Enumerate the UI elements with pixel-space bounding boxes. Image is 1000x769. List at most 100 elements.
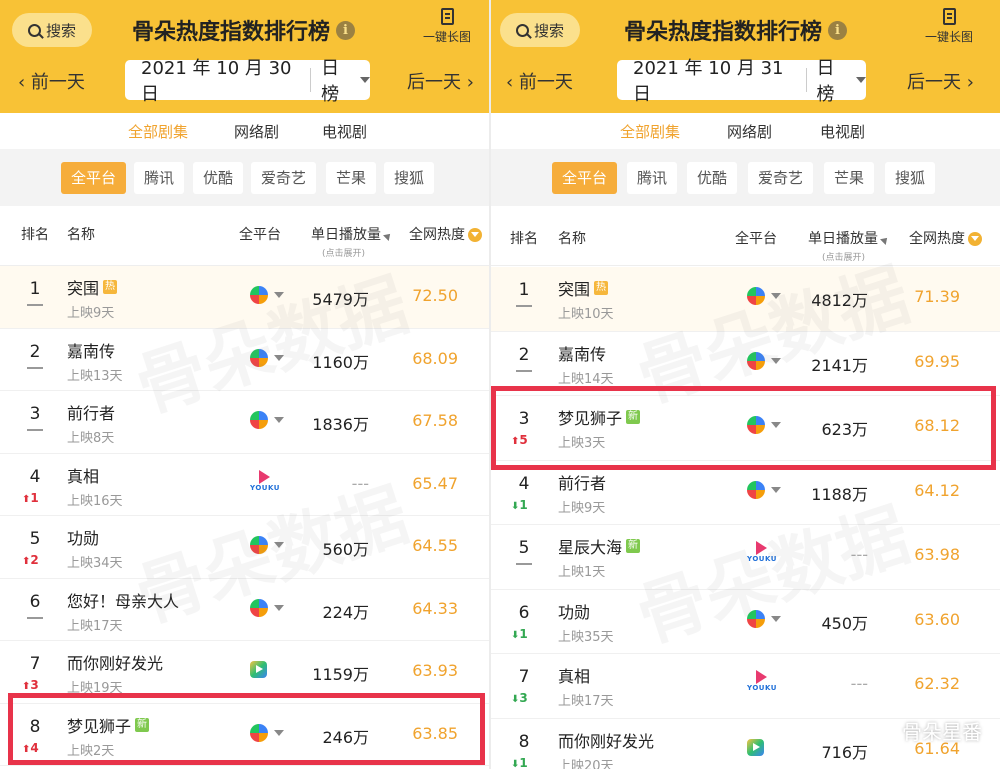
ranking-row[interactable]: 3 ⬆5 梦见狮子新上映3天 623万 68.12 [491,396,1000,461]
platform-selector[interactable] [250,598,284,617]
ranking-row[interactable]: 1 突围热上映10天 4812万 71.39 [491,267,1000,332]
info-icon[interactable]: i [828,20,848,40]
platform-selector[interactable] [747,287,781,305]
platform-selector[interactable] [747,351,781,370]
ranking-row[interactable]: 8 ⬆4 梦见狮子新上映2天 246万 63.85 [0,704,490,766]
rank-number: 7 [29,654,41,674]
rank-down-indicator: ⬇1 [511,498,528,512]
rank-number: 6 [518,602,530,623]
platform-chip-tencent[interactable]: 腾讯 [627,162,678,194]
platform-selector[interactable] [250,411,284,429]
range-text: 日榜 [816,58,835,105]
ranking-row[interactable]: 6 您好！母亲大人 上映17天 224万 64.33 [0,579,490,641]
ranking-row[interactable]: 5 星辰大海新上映1天 YOUKU --- 63.98 [491,525,1000,590]
platform-iqiyi[interactable] [747,738,764,756]
date-selector[interactable]: 2021 年 10 月 30 日 日榜 [125,58,370,105]
tab-web-series[interactable]: 网络剧 [727,121,772,142]
search-button[interactable]: 搜索 [12,13,92,47]
platform-selector[interactable] [747,416,781,434]
show-title[interactable]: 功勋 [67,525,99,549]
platform-iqiyi[interactable] [250,661,267,678]
long-image-button[interactable]: 一键长图 [423,8,471,45]
show-title[interactable]: 真相 [558,663,590,687]
rank-number: 4 [518,473,530,494]
platform-selector[interactable] [250,536,284,554]
multi-platform-icon [250,598,268,617]
col-plays-note: (点击展开) [822,253,866,263]
show-title[interactable]: 前行者 [558,470,606,494]
ranking-row[interactable]: 4 ⬇1 前行者 上映9天 1188万 64.12 [491,461,1000,525]
info-icon[interactable]: i [336,20,356,40]
ranking-row[interactable]: 6 ⬇1 功勋 上映35天 450万 63.60 [491,590,1000,654]
prev-day-button[interactable]: ‹ 前一天 [18,68,85,94]
platform-youku[interactable]: YOUKU [747,670,777,692]
col-heat[interactable]: 全网热度 [409,224,482,244]
date-selector[interactable]: 2021 年 10 月 31 日 日榜 [617,58,867,105]
platform-youku[interactable]: YOUKU [747,541,777,563]
ranking-row[interactable]: 4 ⬆1 真相 上映16天 YOUKU --- 65.47 [0,454,490,516]
col-name: 名称 [67,227,95,243]
new-badge: 新 [626,539,641,553]
platform-chip-mango[interactable]: 芒果 [824,162,875,194]
tab-tv-series[interactable]: 电视剧 [322,121,367,142]
show-title[interactable]: 梦见狮子新 [558,405,641,429]
long-image-button[interactable]: 一键长图 [925,8,973,45]
tab-all[interactable]: 全部剧集 [620,121,680,142]
ranking-row[interactable]: 3 前行者 上映8天 1836万 67.58 [0,391,490,454]
show-title[interactable]: 前行者 [67,400,115,424]
rank-number: 1 [518,280,530,300]
platform-youku[interactable]: YOUKU [250,469,280,492]
show-title-text: 梦见狮子 [67,716,132,736]
tab-web-series[interactable]: 网络剧 [234,121,279,142]
show-title[interactable]: 真相 [67,463,99,487]
ranking-row[interactable]: 2 嘉南传 上映14天 2141万 69.95 [491,332,1000,396]
platform-chip-youku[interactable]: 优酷 [687,162,738,194]
show-title[interactable]: 梦见狮子新 [67,713,150,737]
platform-selector[interactable] [747,609,781,628]
platform-chip-sohu[interactable]: 搜狐 [885,162,936,194]
platform-chip-iqiyi[interactable]: 爱奇艺 [251,162,317,194]
platform-chip-all[interactable]: 全平台 [552,162,618,194]
platform-chip-iqiyi[interactable]: 爱奇艺 [748,162,814,194]
search-button[interactable]: 搜索 [500,13,580,47]
ranking-row[interactable]: 1 突围热上映9天 5479万 72.50 [0,266,490,329]
platform-selector[interactable] [250,348,284,367]
rank-number: 5 [518,538,530,558]
show-title[interactable]: 突围热 [558,276,609,300]
platform-selector[interactable] [250,723,284,742]
tab-tv-series[interactable]: 电视剧 [820,121,865,142]
ranking-row[interactable]: 2 嘉南传 上映13天 1160万 68.09 [0,329,490,391]
prev-day-button[interactable]: ‹ 前一天 [506,68,573,94]
platform-selector[interactable] [747,480,781,499]
platform-chip-tencent[interactable]: 腾讯 [134,162,185,194]
platform-chip-mango[interactable]: 芒果 [326,162,377,194]
show-title[interactable]: 功勋 [558,599,590,623]
rank-up-indicator: ⬆3 [22,678,39,692]
chevron-down-icon [274,354,284,361]
platform-selector[interactable] [250,286,284,304]
show-title[interactable]: 而你刚好发光 [67,650,163,674]
show-title[interactable]: 星辰大海新 [558,534,641,558]
ranking-row[interactable]: 7 ⬇3 真相 上映17天 YOUKU --- 62.32 [491,654,1000,719]
show-title[interactable]: 您好！母亲大人 [67,588,179,612]
col-heat[interactable]: 全网热度 [909,228,982,248]
show-title[interactable]: 而你刚好发光 [558,728,654,752]
youku-text: YOUKU [747,684,777,692]
col-plays[interactable]: 单日播放量 [808,228,890,248]
wechat-account: 骨朵星番 [872,716,982,745]
platform-chip-youku[interactable]: 优酷 [193,162,244,194]
show-title[interactable]: 突围热 [67,275,118,299]
heat-index: 63.85 [412,723,458,743]
col-plays[interactable]: 单日播放量 [311,224,393,244]
show-title[interactable]: 嘉南传 [67,338,115,362]
show-title[interactable]: 嘉南传 [558,341,606,365]
ranking-row[interactable]: 7 ⬆3 而你刚好发光 上映19天 1159万 63.93 [0,641,490,704]
platform-chip-all[interactable]: 全平台 [61,162,127,194]
tab-all[interactable]: 全部剧集 [128,121,188,142]
next-day-button[interactable]: 后一天 › [907,68,974,94]
platform-chip-sohu[interactable]: 搜狐 [384,162,435,194]
ranking-row[interactable]: 5 ⬆2 功勋 上映34天 560万 64.55 [0,516,490,579]
show-title-text: 您好！母亲大人 [67,591,180,611]
next-day-button[interactable]: 后一天 › [407,68,474,94]
sort-icon [383,231,393,241]
